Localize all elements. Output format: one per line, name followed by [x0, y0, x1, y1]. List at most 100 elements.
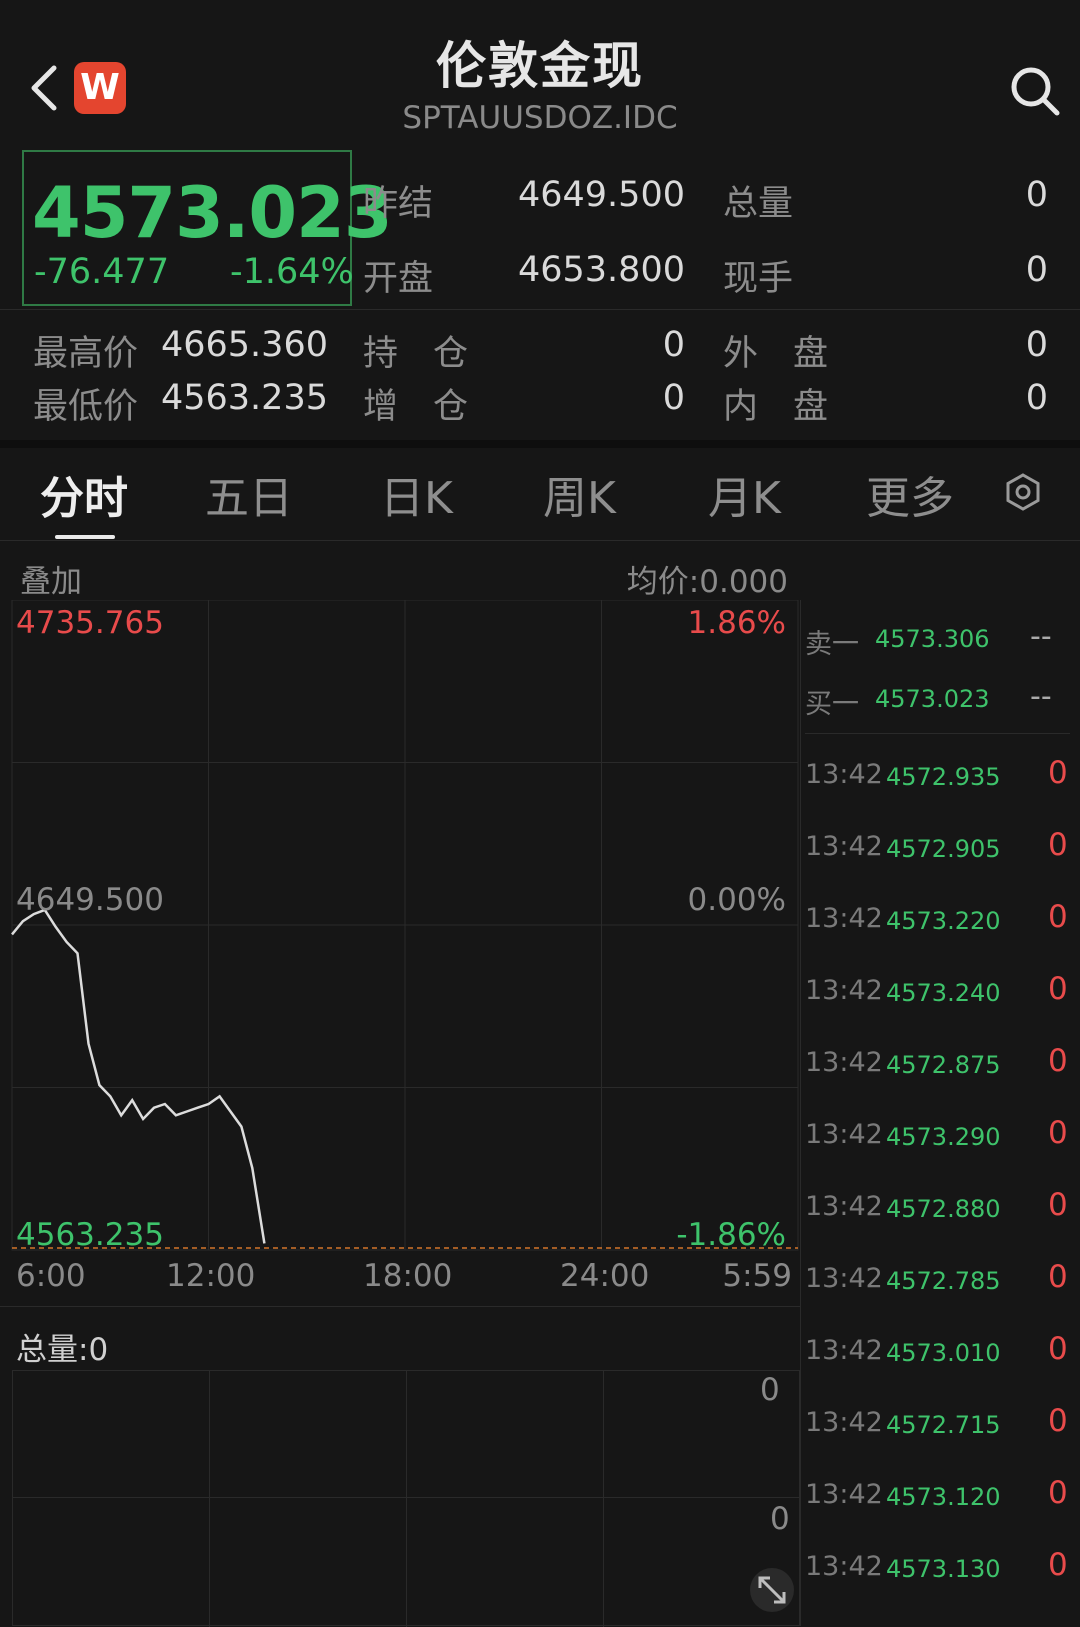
- y-min-pct: -1.86%: [676, 1217, 786, 1253]
- tick-price: 4573.240: [886, 979, 1001, 1007]
- intraday-price-chart[interactable]: [0, 600, 800, 1260]
- y-min-price: 4563.235: [16, 1217, 164, 1253]
- x-label-end: 5:59: [722, 1258, 792, 1294]
- grid-line: [209, 1371, 210, 1627]
- grid-line: [603, 1371, 604, 1627]
- tick-volume: 0: [1048, 1331, 1068, 1367]
- tab-five-day[interactable]: 五日: [205, 462, 293, 526]
- x-label-1200: 12:00: [166, 1258, 256, 1294]
- tick-price: 4572.880: [886, 1195, 1001, 1223]
- section-gap: [0, 440, 1080, 448]
- tab-intraday[interactable]: 分时: [40, 462, 128, 526]
- tick-row: 13:42 4572.785 0: [800, 1249, 1080, 1309]
- outer-value: 0: [1025, 325, 1048, 365]
- tick-list[interactable]: 13:42 4572.935 0 13:42 4572.905 0 13:42 4573.22…: [800, 745, 1080, 1625]
- low-label: 最低价: [33, 387, 139, 427]
- volume-tick-mid: 0: [770, 1501, 790, 1537]
- y-max-price: 4735.765: [16, 605, 164, 641]
- tick-volume: 0: [1048, 1115, 1068, 1151]
- tab-weekly-k[interactable]: 周K: [543, 462, 616, 526]
- tick-time: 13:42: [805, 975, 883, 1006]
- tick-volume: 0: [1048, 1259, 1068, 1295]
- tick-time: 13:42: [805, 759, 883, 790]
- inner-label: 内 盘: [723, 387, 829, 427]
- tick-row: 13:42 4572.715 0: [800, 1393, 1080, 1453]
- expand-icon[interactable]: [750, 1568, 794, 1612]
- tick-price: 4572.785: [886, 1267, 1001, 1295]
- tick-time: 13:42: [805, 1263, 883, 1294]
- prev-settle-label: 昨结: [363, 184, 434, 224]
- open-label: 开盘: [363, 259, 434, 299]
- x-label-2400: 24:00: [560, 1258, 650, 1294]
- tab-active-indicator: [55, 535, 115, 539]
- total-volume-value: 0: [1025, 175, 1048, 215]
- tab-daily-k[interactable]: 日K: [380, 462, 453, 526]
- last-price: 4573.023: [32, 172, 393, 254]
- tab-monthly-k[interactable]: 月K: [708, 462, 781, 526]
- search-icon[interactable]: [1008, 64, 1062, 118]
- settings-icon[interactable]: [1003, 472, 1043, 512]
- page-title: 伦敦金现: [436, 37, 644, 95]
- price-line: [11, 908, 266, 1244]
- total-volume-label: 总量: [723, 184, 794, 224]
- x-label-start: 6:00: [16, 1258, 86, 1294]
- tick-volume: 0: [1048, 1547, 1068, 1583]
- sell1-volume: --: [1030, 619, 1052, 654]
- y-max-pct: 1.86%: [687, 605, 786, 641]
- volume-tick-top: 0: [760, 1372, 780, 1408]
- tick-time: 13:42: [805, 1407, 883, 1438]
- tick-row: 13:42 4573.130 0: [800, 1537, 1080, 1597]
- tick-price: 4573.010: [886, 1339, 1001, 1367]
- tick-row: 13:42 4572.880 0: [800, 1177, 1080, 1237]
- high-label: 最高价: [33, 334, 139, 374]
- price-change-pct: -1.64%: [230, 252, 354, 292]
- tick-time: 13:42: [805, 1047, 883, 1078]
- tick-row: 13:42 4572.905 0: [800, 817, 1080, 877]
- tick-row: 13:42 4573.120 0: [800, 1465, 1080, 1525]
- divider: [0, 309, 1080, 310]
- divider: [0, 1306, 800, 1307]
- tick-price: 4572.935: [886, 763, 1001, 791]
- buy1-volume: --: [1030, 679, 1052, 714]
- hold-label: 持 仓: [363, 334, 469, 374]
- inner-value: 0: [1025, 378, 1048, 418]
- grid-line: [406, 1371, 407, 1627]
- hold-value: 0: [662, 325, 685, 365]
- volume-chart[interactable]: [12, 1370, 800, 1627]
- tick-price: 4572.905: [886, 835, 1001, 863]
- tick-row: 13:42 4573.240 0: [800, 961, 1080, 1021]
- symbol-code: SPTAUUSDOZ.IDC: [402, 100, 678, 136]
- tick-time: 13:42: [805, 1551, 883, 1582]
- tick-volume: 0: [1048, 755, 1068, 791]
- price-change: -76.477: [34, 252, 170, 292]
- tick-row: 13:42 4573.010 0: [800, 1321, 1080, 1381]
- tab-more[interactable]: 更多: [866, 462, 954, 526]
- tick-time: 13:42: [805, 1191, 883, 1222]
- avg-price-label: 均价:0.000: [626, 564, 788, 600]
- tick-row: 13:42 4572.935 0: [800, 745, 1080, 805]
- outer-label: 外 盘: [723, 334, 829, 374]
- sell1-price: 4573.306: [875, 625, 990, 653]
- tick-price: 4572.715: [886, 1411, 1001, 1439]
- divider: [805, 733, 1070, 734]
- tick-row: 13:42 4573.220 0: [800, 889, 1080, 949]
- divider: [0, 540, 1080, 541]
- buy1-price: 4573.023: [875, 685, 990, 713]
- tick-price: 4573.130: [886, 1555, 1001, 1583]
- low-value: 4563.235: [160, 378, 328, 418]
- tick-price: 4573.290: [886, 1123, 1001, 1151]
- open-value: 4653.800: [517, 250, 685, 290]
- tick-volume: 0: [1048, 899, 1068, 935]
- prev-settle-value: 4649.500: [517, 175, 685, 215]
- tick-time: 13:42: [805, 1479, 883, 1510]
- overlay-button[interactable]: 叠加: [20, 556, 82, 601]
- tick-volume: 0: [1048, 1475, 1068, 1511]
- volume-total-label: 总量:0: [16, 1332, 109, 1368]
- tick-volume: 0: [1048, 1187, 1068, 1223]
- tick-time: 13:42: [805, 903, 883, 934]
- tick-row: 13:42 4573.290 0: [800, 1105, 1080, 1165]
- tick-time: 13:42: [805, 831, 883, 862]
- y-mid-pct: 0.00%: [687, 882, 786, 918]
- price-grid: [11, 600, 799, 1251]
- tick-price: 4573.220: [886, 907, 1001, 935]
